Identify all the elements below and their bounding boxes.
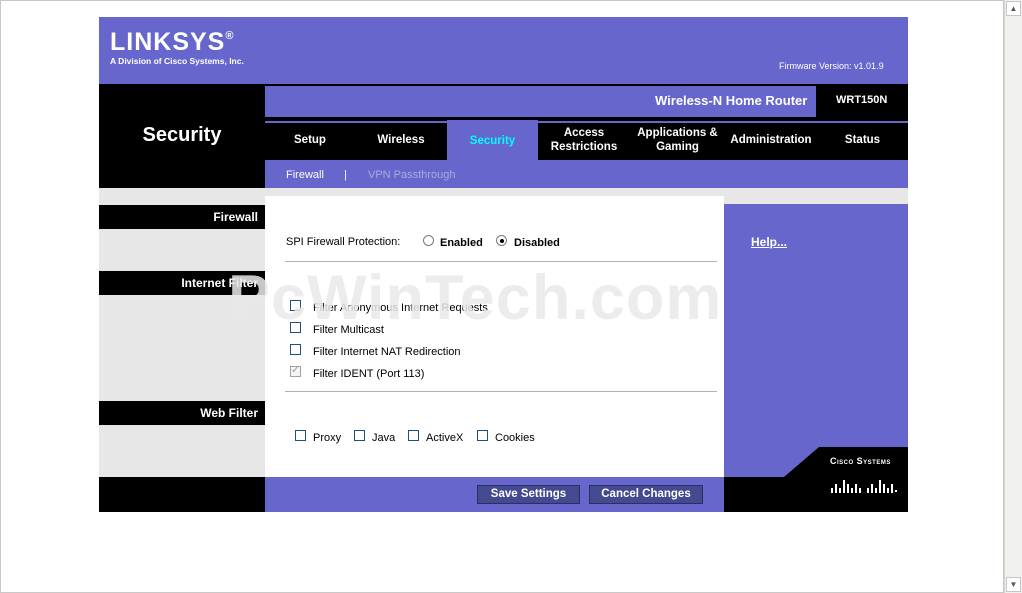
filter-nat-redirection-label: Filter Internet NAT Redirection [313,346,461,358]
cisco-bridge-icon [831,480,897,493]
tab-wireless[interactable]: Wireless [355,120,447,160]
scroll-down-arrow-icon[interactable]: ▼ [1006,577,1021,592]
web-filter-activex-label: ActiveX [426,432,464,444]
web-filter-cookies-checkbox[interactable] [477,430,488,441]
spi-firewall-label: SPI Firewall Protection: [286,236,401,248]
logo-subtitle: A Division of Cisco Systems, Inc. [110,56,244,66]
web-filter-java-label: Java [372,432,396,444]
tab-access-restrictions[interactable]: Access Restrictions [538,120,630,160]
filter-nat-redirection-checkbox[interactable] [290,344,301,355]
page-title: Security [142,124,222,146]
product-model: WRT150N [836,94,888,106]
linksys-logo: LINKSYS® [110,28,235,56]
spi-enabled-radio[interactable] [423,235,434,246]
cisco-systems-text: Cisco Systems [830,456,891,466]
spi-disabled-label: Disabled [514,237,560,249]
product-name: Wireless-N Home Router [655,93,808,108]
content-top-strip [265,188,908,196]
subtab-separator: | [344,169,347,181]
vertical-scrollbar[interactable]: ▲ ▼ [1004,0,1022,593]
help-top-strip [724,196,908,204]
web-filter-proxy-label: Proxy [313,432,342,444]
web-filter-activex-checkbox[interactable] [408,430,419,441]
section-firewall: Firewall [99,205,265,229]
filter-anonymous-label: Filter Anonymous Internet Requests [313,302,488,314]
web-filter-cookies-label: Cookies [495,432,535,444]
filter-ident-checkbox[interactable] [290,363,301,377]
left-column [99,188,265,477]
scroll-up-arrow-icon[interactable]: ▲ [1006,1,1021,16]
spi-disabled-radio[interactable] [496,235,507,246]
filter-ident-label: Filter IDENT (Port 113) [313,368,425,380]
filter-multicast-checkbox[interactable] [290,322,301,333]
subtab-vpn-passthrough[interactable]: VPN Passthrough [368,169,455,181]
tab-status[interactable]: Status [817,120,908,160]
section-internet-filter: Internet Filter [99,271,265,295]
divider-internet-filter [285,391,717,392]
cancel-changes-button[interactable]: Cancel Changes [589,485,703,504]
web-filter-proxy-checkbox[interactable] [295,430,306,441]
subtab-bar [265,160,908,188]
save-settings-button[interactable]: Save Settings [477,485,580,504]
tab-setup[interactable]: Setup [265,120,355,160]
help-link[interactable]: Help... [751,235,787,249]
spi-enabled-label: Enabled [440,237,483,249]
web-filter-java-checkbox[interactable] [354,430,365,441]
divider-firewall [285,261,717,262]
subtab-firewall[interactable]: Firewall [286,169,324,181]
footer-left [99,477,265,512]
tab-administration[interactable]: Administration [725,120,817,160]
firmware-version: Firmware Version: v1.01.9 [779,61,884,71]
section-web-filter: Web Filter [99,401,265,425]
filter-anonymous-checkbox[interactable] [290,300,301,311]
tab-applications-gaming[interactable]: Applications & Gaming [630,120,725,160]
tab-security[interactable]: Security [447,120,538,162]
filter-multicast-label: Filter Multicast [313,324,384,336]
